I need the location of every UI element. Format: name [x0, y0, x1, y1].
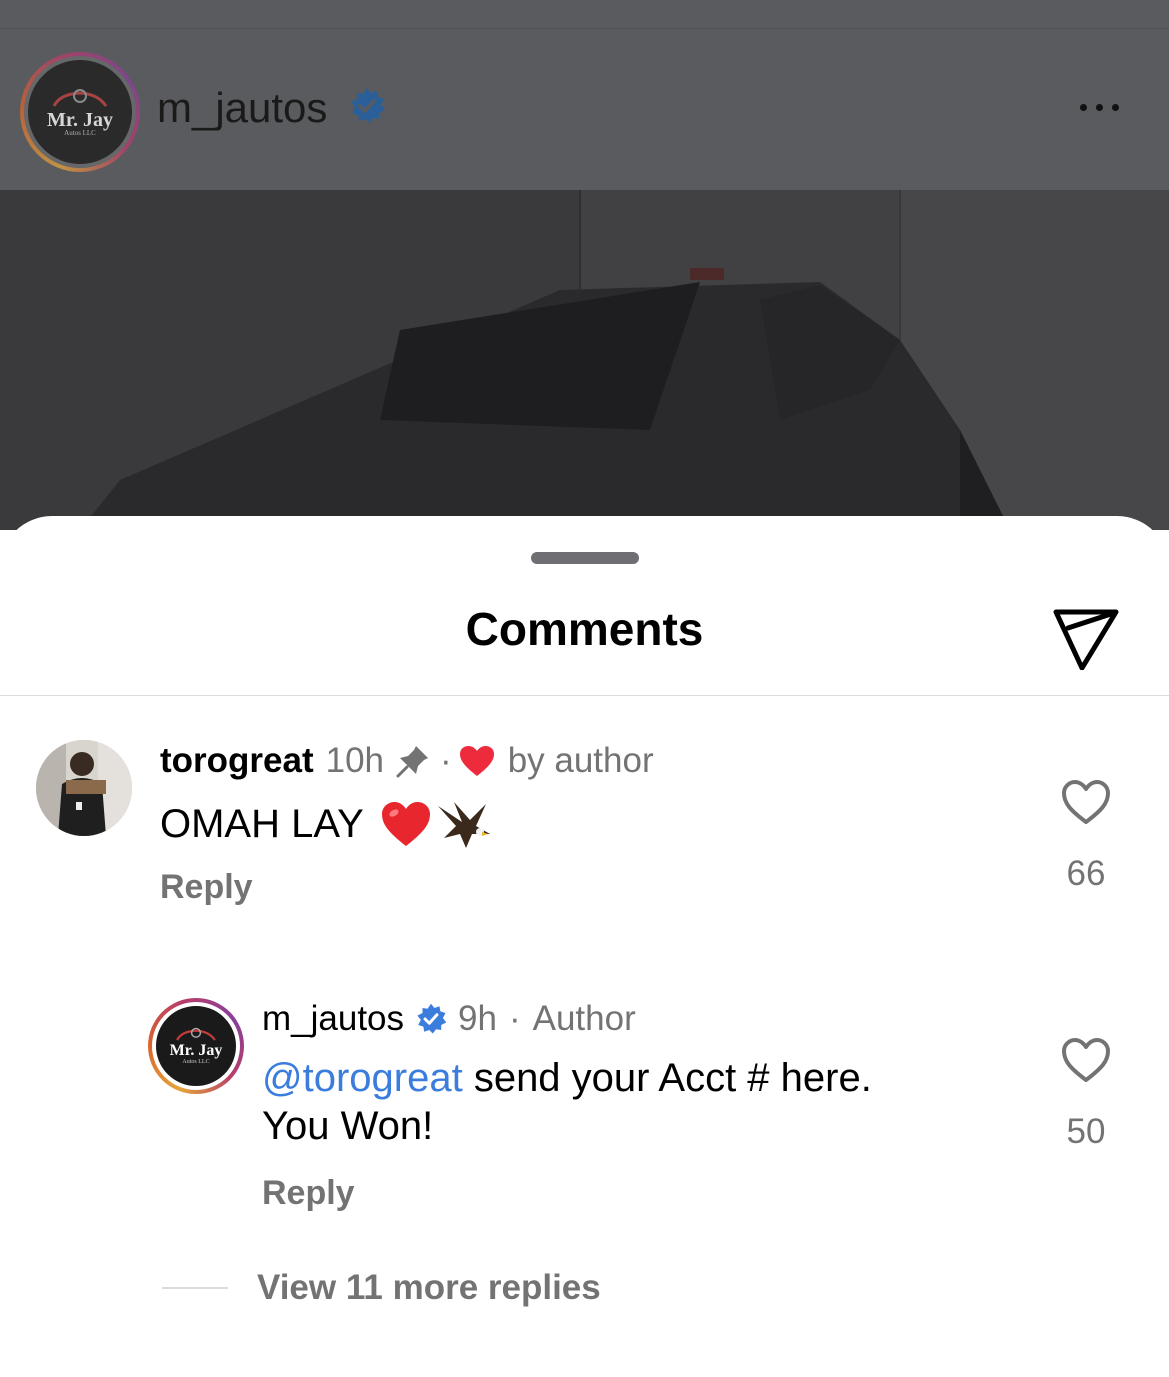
- post-username[interactable]: m_jautos: [157, 84, 387, 132]
- logo-subtitle: Autos LLC: [64, 128, 96, 137]
- reply-text-line1: send your Acct # here.: [462, 1056, 872, 1100]
- verified-badge-icon: [351, 88, 386, 123]
- reply-button[interactable]: Reply: [160, 868, 253, 907]
- comments-sheet: Comments torogreat 10h · by author OMAH …: [0, 516, 1169, 1377]
- reply-button[interactable]: Reply: [262, 1174, 355, 1213]
- more-dot: [1096, 104, 1103, 111]
- more-dots-icon: [1080, 104, 1087, 111]
- post-author-avatar[interactable]: Mr. Jay Autos LLC: [20, 52, 140, 172]
- author-label: Author: [532, 999, 636, 1038]
- car-logo-icon: [52, 88, 108, 107]
- meta-separator: ·: [508, 999, 521, 1038]
- post-username-text: m_jautos: [157, 84, 328, 131]
- like-heart-icon[interactable]: [1060, 778, 1112, 826]
- avatar-photo: [36, 740, 132, 836]
- mention-link[interactable]: @torogreat: [262, 1056, 463, 1100]
- comment-text-content: OMAH LAY: [160, 802, 364, 846]
- top-divider: [0, 28, 1169, 29]
- logo-subtitle: Autos LLC: [182, 1059, 210, 1065]
- comment-meta: torogreat 10h · by author: [160, 741, 654, 781]
- liked-by-author-label: by author: [507, 741, 654, 780]
- sheet-grabber-handle[interactable]: [531, 552, 639, 564]
- reply-meta: m_jautos 9h · Author: [262, 999, 636, 1039]
- reply-text: @torogreat send your Acct # here. You Wo…: [262, 1054, 872, 1150]
- logo-title: Mr. Jay: [47, 108, 113, 131]
- post-photo-image: [0, 190, 1169, 530]
- more-dot: [1112, 104, 1119, 111]
- commenter-avatar[interactable]: [36, 740, 132, 836]
- verified-badge-icon: [417, 1003, 447, 1034]
- pin-icon: [396, 746, 429, 778]
- sheet-title: Comments: [465, 603, 704, 655]
- view-more-replies-button[interactable]: View 11 more replies: [257, 1268, 601, 1308]
- reply-text-line2: You Won!: [262, 1104, 434, 1148]
- reply-author-avatar[interactable]: Mr. Jay Autos LLC: [148, 998, 244, 1094]
- post-photo[interactable]: [0, 190, 1169, 530]
- red-heart-emoji-icon: [381, 802, 430, 846]
- like-count: 50: [1066, 1112, 1106, 1151]
- more-options-button[interactable]: [1080, 104, 1119, 111]
- post-header: Mr. Jay Autos LLC m_jautos: [0, 0, 1169, 190]
- comment-time: 10h: [325, 741, 385, 780]
- meta-separator: ·: [440, 741, 452, 780]
- eagle-emoji-icon: [437, 802, 490, 848]
- heart-filled-icon: [459, 746, 494, 776]
- like-count: 66: [1066, 854, 1106, 893]
- logo-title: Mr. Jay: [169, 1042, 223, 1059]
- header-divider: [0, 695, 1169, 696]
- car-logo-icon: [176, 1027, 216, 1041]
- comment-text: OMAH LAY: [160, 798, 492, 850]
- like-heart-icon[interactable]: [1060, 1036, 1112, 1084]
- view-more-divider: [162, 1287, 228, 1289]
- reply-username[interactable]: m_jautos: [262, 999, 404, 1039]
- send-icon[interactable]: [1050, 598, 1122, 670]
- reply-time: 9h: [458, 999, 497, 1038]
- comment-username[interactable]: torogreat: [160, 741, 314, 781]
